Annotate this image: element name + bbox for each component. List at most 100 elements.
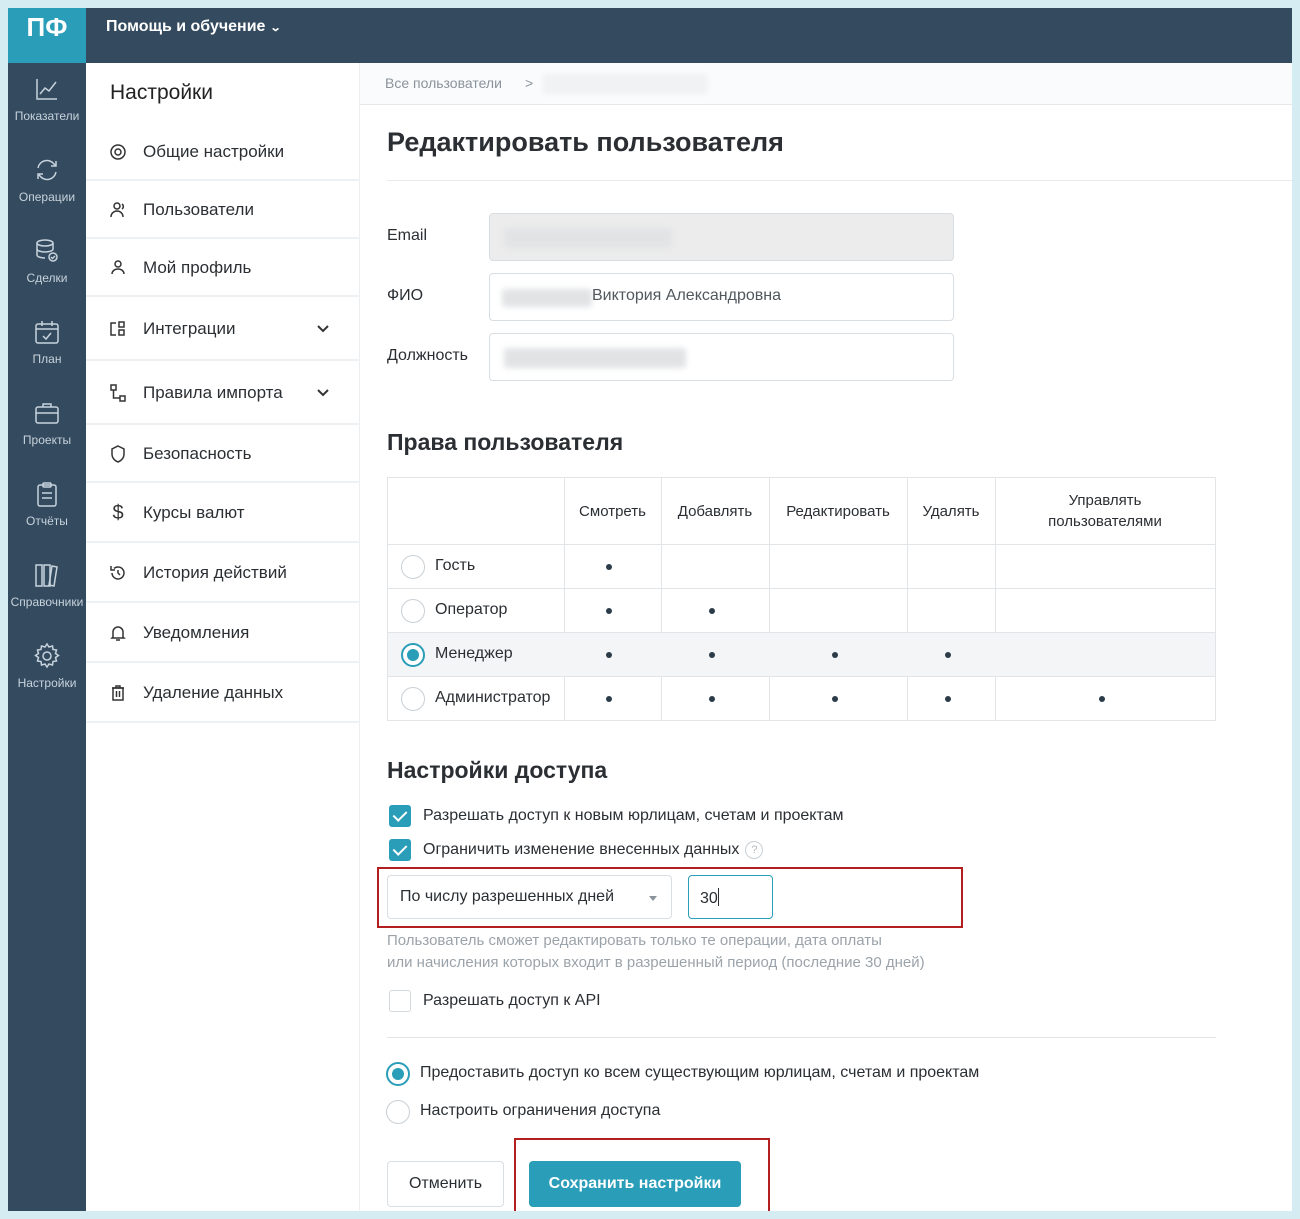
rail-item-settings[interactable]: Настройки xyxy=(8,630,86,711)
role-row-guest[interactable]: Гость xyxy=(388,544,1215,588)
caret-down-icon xyxy=(649,896,657,901)
days-input[interactable]: 30 xyxy=(688,875,773,919)
rail-label: Настройки xyxy=(17,676,77,690)
save-button[interactable]: Сохранить настройки xyxy=(529,1161,741,1207)
select-value: По числу разрешенных дней xyxy=(400,888,615,905)
help-menu-label: Помощь и обучение xyxy=(106,18,266,35)
role-row-operator[interactable]: Оператор xyxy=(388,588,1215,632)
rail-label: Справочники xyxy=(10,595,84,609)
sidebar-item-general[interactable]: Общие настройки xyxy=(86,125,360,181)
clipboard-icon xyxy=(37,482,57,507)
refresh-icon xyxy=(37,159,57,181)
role-radio[interactable] xyxy=(401,687,425,711)
sidebar-item-integrations[interactable]: Интеграции xyxy=(86,299,360,361)
fio-field[interactable]: Виктория Александровна xyxy=(489,273,954,321)
access-restrict-radio[interactable] xyxy=(386,1100,410,1124)
sidebar-item-label: Пользователи xyxy=(143,200,254,219)
position-field[interactable] xyxy=(489,333,954,381)
sidebar-item-delete-data[interactable]: Удаление данных xyxy=(86,665,360,723)
restrict-edit-checkbox[interactable] xyxy=(389,839,411,861)
rail-label: Показатели xyxy=(14,109,80,123)
sidebar-item-label: Курсы валют xyxy=(143,503,245,522)
users-icon xyxy=(108,200,128,220)
breadcrumb-all-users[interactable]: Все пользователи xyxy=(385,75,502,91)
hint-line: Пользователь сможет редактировать только… xyxy=(387,932,882,949)
rail-item-plan[interactable]: План xyxy=(8,306,86,387)
position-label: Должность xyxy=(387,347,468,364)
sidebar-item-users[interactable]: Пользователи xyxy=(86,183,360,239)
restrict-edit-label: Ограничить изменение внесенных данных? xyxy=(423,841,764,859)
allow-new-checkbox[interactable] xyxy=(389,805,411,827)
help-menu[interactable]: Помощь и обучение ⌄ xyxy=(106,18,283,36)
sidebar-item-label: Мой профиль xyxy=(143,258,252,277)
permission-dot xyxy=(945,652,951,658)
app-logo[interactable]: ПФ xyxy=(8,8,86,63)
rail-item-reports[interactable]: Отчёты xyxy=(8,468,86,549)
hint-line: или начисления которых входит в разрешен… xyxy=(387,954,925,971)
books-icon xyxy=(35,564,58,587)
sidebar-item-security[interactable]: Безопасность xyxy=(86,427,360,483)
email-label: Email xyxy=(387,227,428,244)
rail-item-projects[interactable]: Проекты xyxy=(8,387,86,468)
trash-icon xyxy=(108,683,128,703)
redacted-surname xyxy=(502,289,592,307)
text-cursor xyxy=(717,888,719,906)
settings-title: Настройки xyxy=(110,81,213,104)
sidebar-item-currency[interactable]: $ Курсы валют xyxy=(86,485,360,543)
role-radio[interactable] xyxy=(401,555,425,579)
rail-label: План xyxy=(32,352,62,366)
role-name: Администратор xyxy=(435,689,551,706)
sidebar-item-label: Правила импорта xyxy=(143,383,283,402)
sidebar-item-import-rules[interactable]: Правила импорта xyxy=(86,363,360,425)
fio-label: ФИО xyxy=(387,287,424,304)
calendar-check-icon xyxy=(35,321,59,344)
allow-new-label: Разрешать доступ к новым юрлицам, счетам… xyxy=(423,807,844,824)
sidebar-item-label: Безопасность xyxy=(143,444,252,463)
user-icon xyxy=(108,258,128,278)
cancel-button[interactable]: Отменить xyxy=(387,1161,504,1207)
permission-dot xyxy=(606,564,612,570)
column-header-edit: Редактировать xyxy=(786,502,890,520)
page-title: Редактировать пользователя xyxy=(387,127,784,157)
chart-line-icon xyxy=(36,79,57,100)
role-row-manager[interactable]: Менеджер xyxy=(388,632,1215,676)
history-icon xyxy=(108,563,128,583)
role-radio-selected[interactable] xyxy=(401,643,425,667)
access-all-radio[interactable] xyxy=(386,1062,410,1086)
rail-label: Сделки xyxy=(26,271,68,285)
permission-dot xyxy=(606,696,612,702)
rail-item-operations[interactable]: Операции xyxy=(8,144,86,225)
rail-item-indicators[interactable]: Показатели xyxy=(8,63,86,144)
rail-label: Операции xyxy=(18,190,76,204)
column-header-manage-users: Управлять пользователями xyxy=(1048,492,1162,530)
bell-icon xyxy=(108,623,128,643)
role-name: Менеджер xyxy=(435,645,513,662)
breadcrumb: Все пользователи > xyxy=(360,63,1292,105)
help-icon[interactable]: ? xyxy=(745,841,764,859)
breadcrumb-separator: > xyxy=(525,75,534,91)
rail-item-references[interactable]: Справочники xyxy=(8,549,86,630)
api-access-checkbox[interactable] xyxy=(389,990,411,1012)
sidebar-item-history[interactable]: История действий xyxy=(86,545,360,603)
sidebar-item-profile[interactable]: Мой профиль xyxy=(86,241,360,297)
permission-dot xyxy=(832,652,838,658)
rights-title: Права пользователя xyxy=(387,429,624,455)
sidebar-item-notifications[interactable]: Уведомления xyxy=(86,605,360,663)
column-header-add: Добавлять xyxy=(677,502,753,520)
role-radio[interactable] xyxy=(401,599,425,623)
access-all-label: Предоставить доступ ко всем существующим… xyxy=(420,1064,980,1081)
role-row-admin[interactable]: Администратор xyxy=(388,676,1215,720)
column-header-view: Смотреть xyxy=(579,502,646,520)
api-access-label: Разрешать доступ к API xyxy=(423,992,601,1009)
chevron-down-icon: ⌄ xyxy=(270,21,283,34)
chevron-down-icon[interactable] xyxy=(316,386,330,400)
app-window: ПФ Помощь и обучение ⌄ Показатели Операц… xyxy=(8,8,1292,1211)
sidebar-item-label: Удаление данных xyxy=(143,683,284,702)
edit-period-select[interactable]: По числу разрешенных дней xyxy=(387,875,672,919)
role-name: Оператор xyxy=(435,601,508,618)
rail-label: Отчёты xyxy=(26,514,68,528)
chevron-down-icon[interactable] xyxy=(316,322,330,336)
rail-item-deals[interactable]: Сделки xyxy=(8,225,86,306)
email-field xyxy=(489,213,954,261)
permission-dot xyxy=(606,652,612,658)
